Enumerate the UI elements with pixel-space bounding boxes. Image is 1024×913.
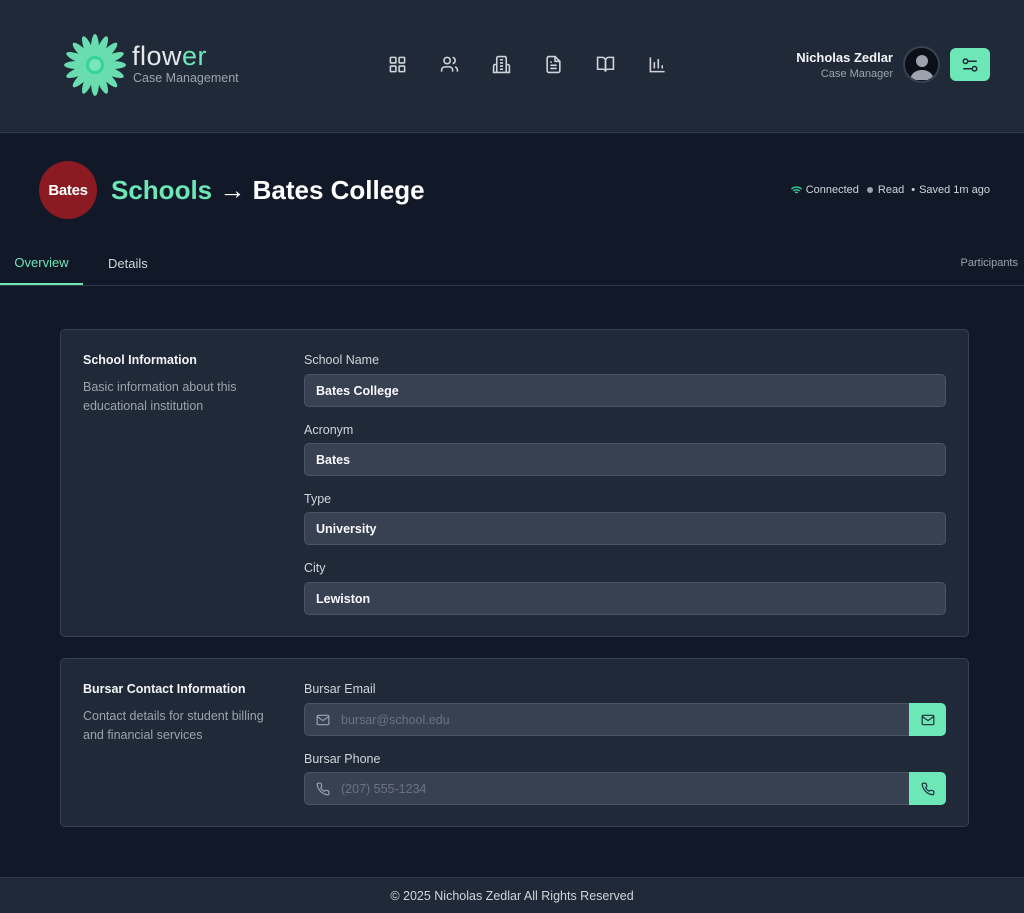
nav-documents[interactable]: [542, 52, 564, 76]
status-separator: •: [911, 184, 916, 196]
bar-chart-icon: [649, 56, 665, 72]
mode-status: Read: [877, 184, 905, 196]
status-bar: Connected Read • Saved 1m ago: [790, 184, 990, 196]
connection-status: Connected: [805, 184, 859, 196]
section-description: Contact details for student billing and …: [83, 709, 264, 742]
footer: © 2025 Nicholas Zedlar All Rights Reserv…: [0, 877, 1024, 913]
bursar-phone-label: Bursar Phone: [304, 752, 381, 766]
breadcrumb-schools[interactable]: Schools: [111, 175, 212, 205]
mail-icon: [921, 714, 934, 725]
brand-logo[interactable]: flower Case Management: [62, 32, 239, 98]
school-name-label: School Name: [304, 353, 380, 367]
city-label: City: [304, 561, 326, 575]
bursar-email-label: Bursar Email: [304, 682, 376, 696]
tab-details[interactable]: Details: [108, 241, 148, 285]
building-icon: [492, 55, 510, 73]
bursar-contact-card: Bursar Contact Information Contact detai…: [60, 658, 969, 827]
nav-library[interactable]: [594, 52, 616, 76]
saved-status: Saved 1m ago: [919, 184, 990, 196]
nav-schools[interactable]: [490, 52, 512, 76]
brand-text: flower Case Management: [132, 42, 239, 85]
dashboard-grid-icon: [389, 56, 405, 72]
city-input[interactable]: Lewiston: [304, 582, 946, 615]
avatar[interactable]: [903, 46, 940, 83]
toggle-settings-icon: [962, 57, 978, 72]
school-logo-badge: Bates: [39, 161, 97, 219]
section-title: Bursar Contact Information: [83, 682, 246, 696]
user-name: Nicholas Zedlar: [796, 49, 893, 65]
school-name-input[interactable]: Bates College: [304, 374, 946, 407]
type-label: Type: [304, 492, 332, 506]
user-menu: Nicholas Zedlar Case Manager: [796, 46, 990, 83]
tab-overview[interactable]: Overview: [0, 241, 83, 285]
section-description: Basic information about this educational…: [83, 380, 237, 413]
mail-icon: [316, 714, 330, 726]
page-title: Schools → Bates College: [111, 175, 425, 206]
flower-logo-icon: [64, 34, 126, 96]
nav-dashboard[interactable]: [386, 52, 408, 76]
acronym-label: Acronym: [304, 423, 354, 437]
nav-people[interactable]: [438, 52, 460, 76]
wifi-icon: [790, 186, 802, 193]
people-icon: [440, 56, 458, 72]
user-info: Nicholas Zedlar Case Manager: [796, 50, 893, 80]
bursar-email-placeholder: bursar@school.edu: [341, 712, 450, 727]
phone-icon: [921, 782, 934, 795]
brand-name-prefix: flow: [132, 40, 183, 71]
main-nav: [386, 52, 668, 76]
type-input[interactable]: University: [304, 512, 946, 545]
nav-reports[interactable]: [646, 52, 668, 76]
book-icon: [596, 56, 614, 72]
page-title-text: Bates College: [252, 175, 425, 205]
breadcrumb-arrow: →: [219, 175, 246, 205]
mode-dot: [866, 187, 873, 193]
user-avatar-icon: [909, 54, 934, 80]
user-role: Case Manager: [820, 67, 893, 80]
call-phone-button[interactable]: [909, 772, 946, 805]
send-email-button[interactable]: [909, 703, 946, 736]
bursar-phone-placeholder: (207) 555-1234: [341, 781, 427, 796]
app-header: flower Case Management Nicholas Zedlar C…: [0, 0, 1024, 133]
bursar-email-input[interactable]: bursar@school.edu: [304, 703, 910, 736]
brand-name: flower: [132, 42, 239, 70]
tab-bar: Overview Details Participants: [0, 241, 1024, 286]
section-title: School Information: [83, 353, 197, 367]
phone-icon: [316, 782, 330, 796]
brand-name-accent: er: [182, 40, 208, 71]
school-information-card: School Information Basic information abo…: [60, 329, 969, 637]
document-icon: [545, 55, 561, 73]
acronym-input[interactable]: Bates: [304, 443, 946, 476]
footer-copyright: © 2025 Nicholas Zedlar All Rights Reserv…: [390, 888, 634, 903]
tab-participants[interactable]: Participants: [961, 241, 1018, 285]
bursar-phone-input[interactable]: (207) 555-1234: [304, 772, 910, 805]
brand-subtitle: Case Management: [133, 70, 239, 85]
settings-toggle-button[interactable]: [950, 48, 990, 81]
